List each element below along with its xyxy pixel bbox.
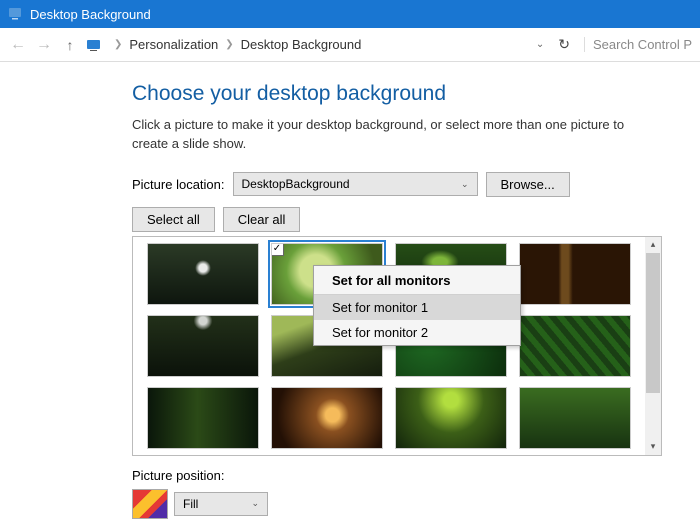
wallpaper-thumb[interactable] bbox=[147, 243, 259, 305]
chevron-right-icon: ❯ bbox=[225, 39, 233, 50]
up-button[interactable]: ↑ bbox=[60, 37, 80, 53]
chevron-down-icon: ⌄ bbox=[461, 179, 469, 190]
picture-position-value: Fill bbox=[183, 497, 198, 511]
wallpaper-thumb[interactable] bbox=[519, 243, 631, 305]
page-description: Click a picture to make it your desktop … bbox=[132, 116, 652, 154]
refresh-button[interactable]: ↻ bbox=[558, 36, 570, 53]
window-titlebar: Desktop Background bbox=[0, 0, 700, 28]
content-area: Choose your desktop background Click a p… bbox=[0, 62, 700, 519]
location-icon bbox=[86, 37, 104, 53]
wallpaper-gallery: ✓ Set for all monitors Set for monitor 1… bbox=[132, 236, 662, 456]
wallpaper-thumb[interactable] bbox=[519, 315, 631, 377]
address-dropdown-icon[interactable]: ⌄ bbox=[536, 39, 544, 50]
picture-location-select[interactable]: DesktopBackground ⌄ bbox=[233, 172, 478, 196]
picture-location-label: Picture location: bbox=[132, 177, 225, 192]
scroll-up-button[interactable]: ▴ bbox=[645, 237, 661, 253]
breadcrumb: ❯ Personalization ❯ Desktop Background bbox=[114, 35, 364, 54]
context-menu-item-monitor-2[interactable]: Set for monitor 2 bbox=[314, 320, 520, 345]
checkbox-checked-icon[interactable]: ✓ bbox=[271, 243, 284, 256]
scrollbar[interactable]: ▴ ▾ bbox=[645, 237, 661, 455]
back-button[interactable]: ← bbox=[8, 36, 28, 54]
wallpaper-thumb[interactable] bbox=[519, 387, 631, 449]
wallpaper-thumb[interactable] bbox=[271, 387, 383, 449]
clear-all-button[interactable]: Clear all bbox=[223, 207, 301, 232]
context-menu-item-monitor-1[interactable]: Set for monitor 1 bbox=[314, 295, 520, 320]
chevron-right-icon: ❯ bbox=[114, 39, 122, 50]
chevron-down-icon: ⌄ bbox=[251, 498, 259, 509]
scroll-down-button[interactable]: ▾ bbox=[645, 439, 661, 455]
context-menu: Set for all monitors Set for monitor 1 S… bbox=[313, 265, 521, 346]
picture-position-select[interactable]: Fill ⌄ bbox=[174, 492, 268, 516]
page-title: Choose your desktop background bbox=[132, 82, 700, 106]
wallpaper-thumb[interactable] bbox=[147, 387, 259, 449]
control-panel-icon bbox=[8, 6, 24, 22]
picture-location-value: DesktopBackground bbox=[242, 177, 350, 191]
browse-button[interactable]: Browse... bbox=[486, 172, 570, 197]
search-input[interactable]: Search Control Pa bbox=[584, 37, 692, 52]
select-all-button[interactable]: Select all bbox=[132, 207, 215, 232]
breadcrumb-desktop-background[interactable]: Desktop Background bbox=[238, 35, 365, 54]
wallpaper-thumb[interactable] bbox=[395, 387, 507, 449]
window-title: Desktop Background bbox=[30, 7, 151, 22]
wallpaper-thumb[interactable] bbox=[147, 315, 259, 377]
nav-bar: ← → ↑ ❯ Personalization ❯ Desktop Backgr… bbox=[0, 28, 700, 62]
forward-button[interactable]: → bbox=[34, 36, 54, 54]
picture-position-label: Picture position: bbox=[132, 468, 700, 483]
picture-position-preview bbox=[132, 489, 168, 519]
scrollbar-thumb[interactable] bbox=[646, 253, 660, 393]
context-menu-header[interactable]: Set for all monitors bbox=[314, 266, 520, 295]
breadcrumb-personalization[interactable]: Personalization bbox=[126, 35, 221, 54]
